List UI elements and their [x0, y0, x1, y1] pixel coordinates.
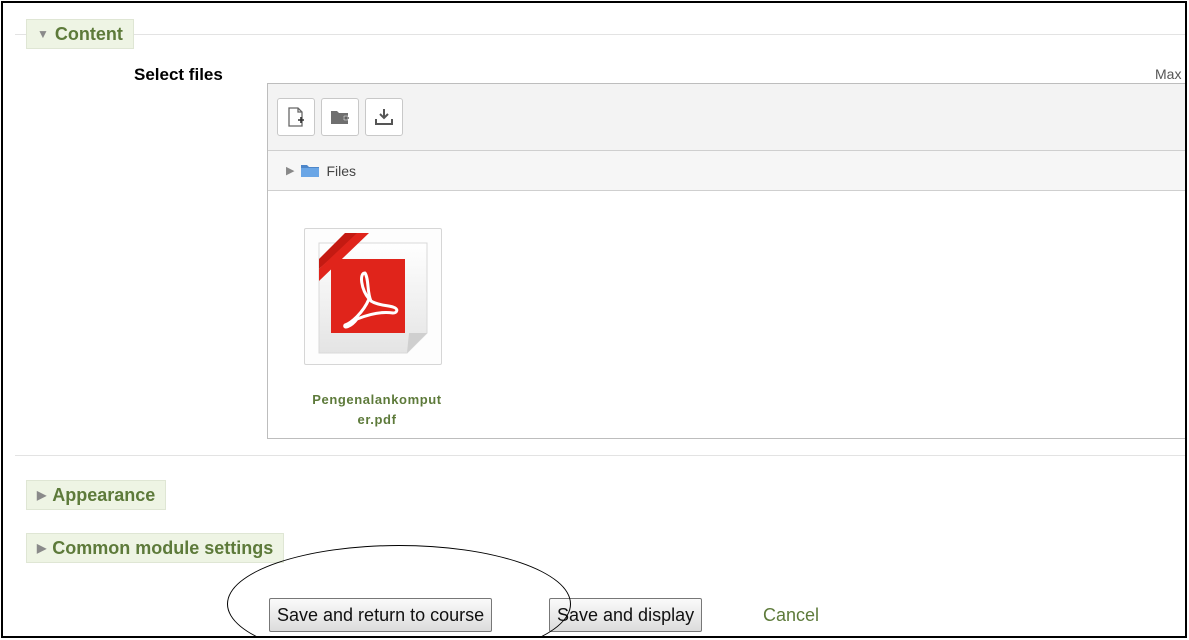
select-files-label: Select files [134, 65, 223, 84]
save-and-display-button[interactable]: Save and display [549, 598, 703, 632]
appearance-section-label: Appearance [52, 484, 156, 505]
max-size-label: Max [1155, 66, 1182, 82]
file-manager-toolbar [268, 84, 1185, 151]
add-file-button[interactable] [277, 98, 315, 136]
file-manager-path: ▶ Files [268, 151, 1185, 191]
content-section-label: Content [54, 23, 123, 44]
content-section-bottom-rule [15, 455, 1185, 456]
save-and-return-button[interactable]: Save and return to course [269, 598, 493, 632]
collapsed-arrow-icon: ▶ [37, 541, 47, 555]
expanded-arrow-icon: ▼ [37, 27, 49, 41]
file-tile[interactable] [304, 228, 442, 365]
cancel-link[interactable]: Cancel [763, 605, 819, 626]
file-name-line1: Pengenalankomput [312, 392, 442, 407]
file-name-link[interactable]: Pengenalankomput er.pdf [284, 390, 470, 430]
create-folder-button[interactable] [321, 98, 359, 136]
download-icon [375, 109, 393, 125]
path-folder-link[interactable]: Files [326, 163, 356, 179]
folder-icon [301, 165, 320, 177]
appearance-section-toggle[interactable]: ▶ Appearance [26, 480, 167, 510]
common-module-settings-label: Common module settings [52, 537, 274, 558]
content-section-rule [15, 34, 1185, 35]
common-module-settings-toggle[interactable]: ▶ Common module settings [26, 533, 285, 563]
file-name-line2: er.pdf [357, 412, 397, 427]
pdf-file-icon [318, 233, 428, 354]
file-manager: ▶ Files Pengenalankomput er.pdf [267, 83, 1185, 439]
content-section-toggle[interactable]: ▼ Content [26, 19, 134, 49]
create-folder-icon [331, 111, 349, 124]
form-frame: ▼ Content Select files Max ▶ Files Penge… [1, 1, 1187, 638]
expand-arrow-icon[interactable]: ▶ [286, 164, 294, 177]
download-all-button[interactable] [365, 98, 403, 136]
add-file-icon [288, 107, 304, 127]
collapsed-arrow-icon: ▶ [37, 488, 47, 502]
